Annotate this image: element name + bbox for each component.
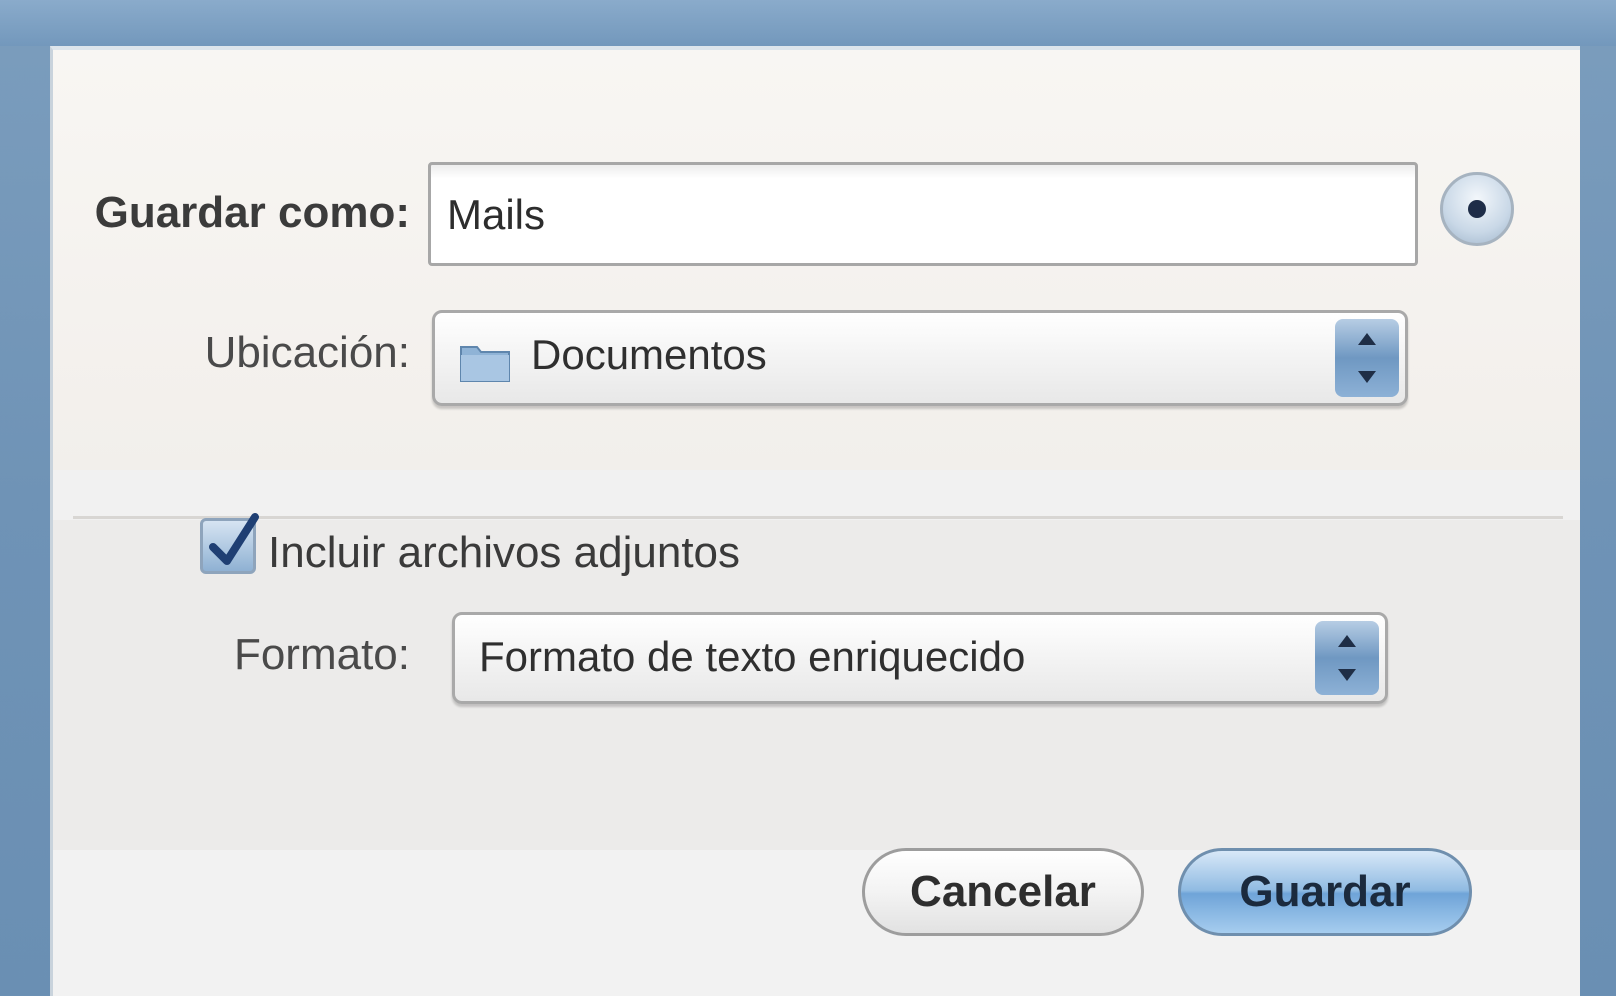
up-down-arrows-icon <box>1315 621 1379 695</box>
include-attachments-label[interactable]: Incluir archivos adjuntos <box>268 528 740 578</box>
location-value: Documentos <box>531 331 767 378</box>
save-button[interactable]: Guardar <box>1178 848 1472 936</box>
format-popup[interactable]: Formato de texto enriquecido <box>452 612 1388 704</box>
section-divider <box>73 516 1563 519</box>
cancel-button[interactable]: Cancelar <box>862 848 1144 936</box>
arrow-down-icon <box>1338 669 1356 681</box>
arrow-up-icon <box>1338 635 1356 647</box>
arrow-up-icon <box>1358 333 1376 345</box>
window-title-bar <box>0 0 1616 46</box>
format-label: Formato: <box>233 630 410 679</box>
include-attachments-checkbox[interactable] <box>200 513 259 574</box>
location-popup[interactable]: Documentos <box>432 310 1408 406</box>
arrow-down-icon <box>1358 371 1376 383</box>
expand-dialog-button[interactable] <box>1440 172 1514 246</box>
disclosure-icon <box>1468 200 1486 218</box>
file-name-input[interactable] <box>445 177 1405 253</box>
where-label: Ubicación: <box>204 328 410 377</box>
checkmark-icon <box>209 513 259 565</box>
up-down-arrows-icon <box>1335 319 1399 397</box>
save-as-label: Guardar como: <box>94 188 410 237</box>
file-name-field[interactable] <box>428 162 1418 266</box>
folder-icon <box>460 346 510 382</box>
format-value: Formato de texto enriquecido <box>479 633 1026 680</box>
